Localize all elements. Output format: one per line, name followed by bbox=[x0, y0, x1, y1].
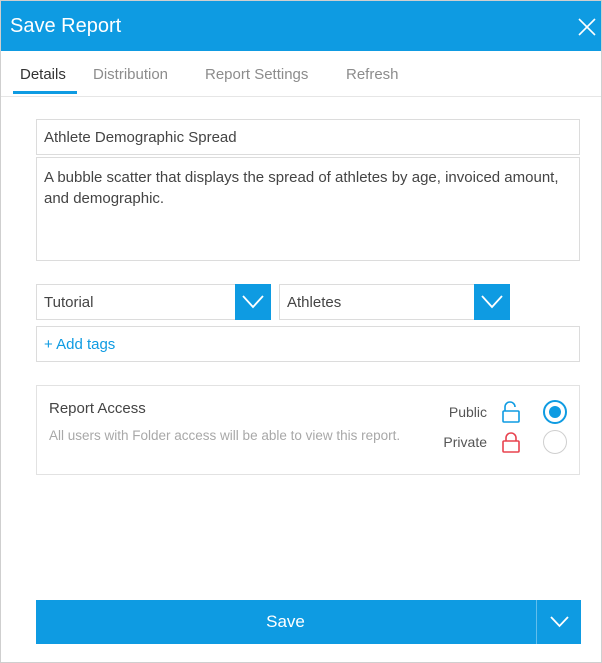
dialog-titlebar: Save Report bbox=[1, 1, 601, 51]
dialog-title: Save Report bbox=[10, 15, 122, 37]
add-tags-link[interactable]: + Add tags bbox=[44, 336, 115, 353]
tab-refresh[interactable]: Refresh bbox=[346, 66, 399, 83]
subfolder-select[interactable]: Athletes bbox=[279, 284, 510, 320]
tab-report-settings[interactable]: Report Settings bbox=[205, 66, 308, 83]
report-access-panel: Report Access All users with Folder acce… bbox=[36, 385, 580, 475]
report-access-description: All users with Folder access will be abl… bbox=[49, 428, 401, 443]
tab-distribution[interactable]: Distribution bbox=[93, 66, 168, 83]
public-radio[interactable] bbox=[543, 400, 567, 424]
folder-select[interactable]: Tutorial bbox=[36, 284, 271, 320]
public-label: Public bbox=[448, 404, 487, 420]
save-bar: Save bbox=[36, 600, 581, 644]
active-tab-indicator bbox=[13, 91, 77, 94]
chevron-down-icon bbox=[550, 616, 569, 628]
subfolder-select-value: Athletes bbox=[287, 294, 342, 311]
private-label: Private bbox=[443, 434, 487, 450]
report-name-input[interactable]: Athlete Demographic Spread bbox=[36, 119, 580, 155]
folder-dropdown-button[interactable] bbox=[235, 284, 271, 320]
save-button[interactable]: Save bbox=[36, 600, 535, 644]
report-description-textarea[interactable]: A bubble scatter that displays the sprea… bbox=[36, 157, 580, 261]
tab-bar: Details Distribution Report Settings Ref… bbox=[1, 51, 601, 97]
folder-select-value: Tutorial bbox=[44, 294, 94, 311]
tags-field[interactable]: + Add tags bbox=[36, 326, 580, 362]
chevron-down-icon bbox=[242, 295, 264, 309]
tab-details[interactable]: Details bbox=[20, 66, 66, 83]
close-icon[interactable] bbox=[577, 17, 597, 37]
unlock-icon bbox=[502, 401, 520, 423]
save-options-button[interactable] bbox=[536, 600, 581, 644]
subfolder-dropdown-button[interactable] bbox=[474, 284, 510, 320]
save-report-dialog: Save Report Details Distribution Report … bbox=[0, 0, 602, 663]
lock-icon bbox=[502, 432, 520, 453]
report-access-title: Report Access bbox=[49, 400, 146, 417]
private-radio[interactable] bbox=[543, 430, 567, 454]
chevron-down-icon bbox=[481, 295, 503, 309]
